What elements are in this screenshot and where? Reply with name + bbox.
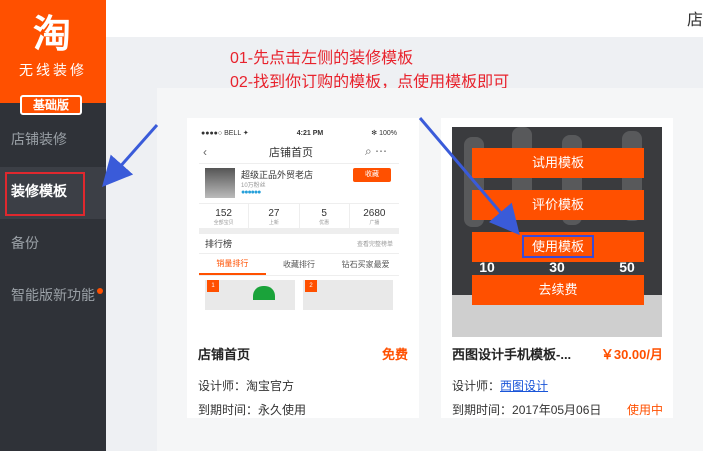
arrow-to-use-button	[418, 117, 520, 236]
annotation-arrows	[102, 117, 520, 236]
arrow-to-sidebar	[102, 124, 159, 187]
